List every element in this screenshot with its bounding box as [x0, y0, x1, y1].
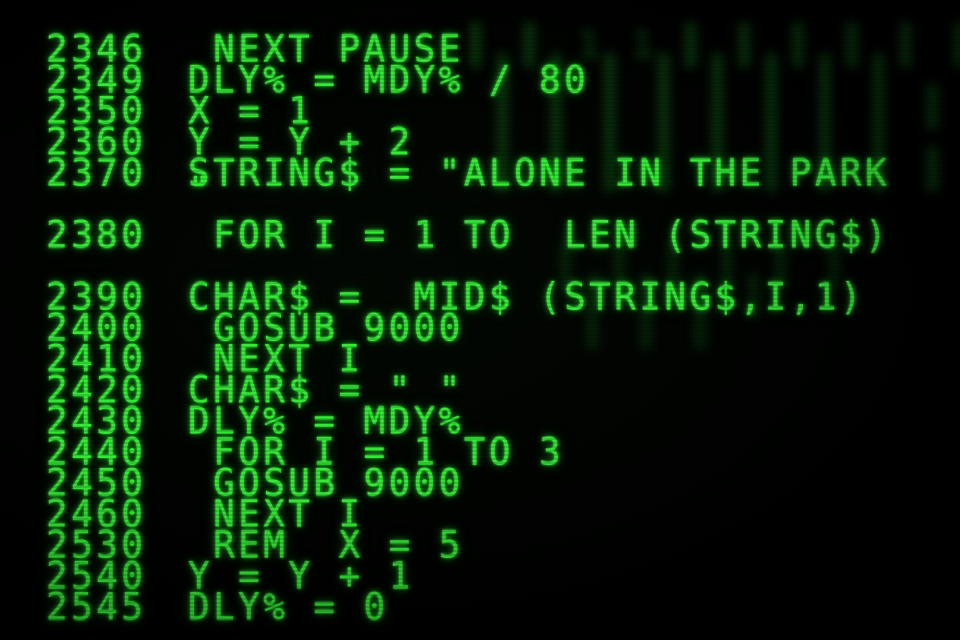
code-continuation: " [188, 170, 210, 211]
code-line: 2349 DLY% = MDY% / 80 [46, 61, 586, 99]
code-line: 2360 Y = Y + 2 [46, 123, 410, 161]
line-number: 2545 [46, 585, 147, 629]
code-line: 2440 FOR I = 1 TO 3 [46, 433, 561, 471]
code-line: 2420 CHAR$ = " " [46, 371, 460, 409]
code-line: 2410 NEXT I [46, 340, 360, 378]
code-text: DLY% = 0 [188, 585, 389, 629]
code-line: 2430 DLY% = MDY% [46, 402, 460, 440]
code-line: 2350 X = 1 [46, 92, 310, 130]
code-line: 2460 NEXT I [46, 495, 360, 533]
line-number: 2370 [46, 151, 147, 195]
basic-program-listing: 2346 NEXT PAUSE 2349 DLY% = MDY% / 80 23… [46, 30, 887, 626]
code-line: 2540 Y = Y + 1 [46, 557, 410, 595]
code-line: 2370 STRING$ = "ALONE IN THE PARK " [46, 154, 887, 217]
crt-screen: ▌ ▌ 1 1 ▌ ▌ ▌ ▌ ▌ ▌ ▌ ▌ ▌ ▌ ▌ ▌ ▌ ▌ ▌ ▌ … [0, 0, 960, 640]
line-number: 2380 [46, 213, 147, 257]
code-line: 2530 REM X = 5 [46, 526, 460, 564]
code-line: 2450 GOSUB 9000 [46, 464, 460, 502]
code-line: 2545 DLY% = 0 [46, 588, 385, 626]
code-text: STRING$ = "ALONE IN THE PARK [188, 151, 891, 195]
code-text: FOR I = 1 TO LEN (STRING$) [188, 213, 891, 257]
code-line: 2346 NEXT PAUSE [46, 30, 460, 68]
code-line: 2400 GOSUB 9000 [46, 309, 460, 347]
code-line: 2390 CHAR$ = MID$ (STRING$,I,1) [46, 278, 862, 316]
code-line: 2380 FOR I = 1 TO LEN (STRING$) [46, 216, 887, 279]
